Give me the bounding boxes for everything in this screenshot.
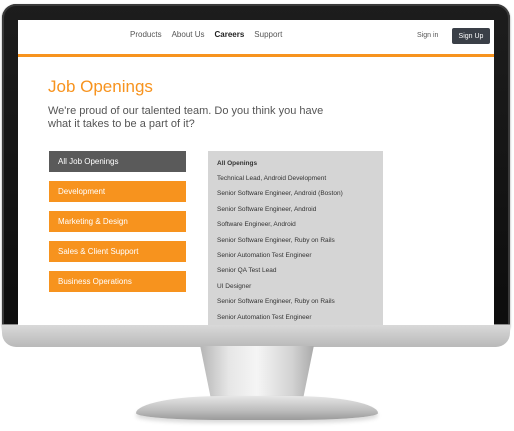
monitor-chin: [2, 324, 510, 347]
job-listing[interactable]: Senior Automation Test Engineer: [217, 314, 383, 325]
job-list: Technical Lead, Android Development Seni…: [217, 175, 383, 325]
openings-panel: All Openings Technical Lead, Android Dev…: [208, 151, 383, 325]
job-listing[interactable]: Senior Software Engineer, Ruby on Rails: [217, 298, 383, 313]
job-listing[interactable]: Technical Lead, Android Development: [217, 175, 383, 190]
nav-about-us[interactable]: About Us: [172, 30, 205, 39]
job-listing[interactable]: Senior Software Engineer, Ruby on Rails: [217, 237, 383, 252]
category-development[interactable]: Development: [49, 181, 186, 202]
sign-in-link[interactable]: Sign in: [417, 32, 438, 39]
monitor-screen: Products About Us Careers Support Sign i…: [18, 20, 494, 325]
sign-up-button[interactable]: Sign Up: [452, 28, 490, 44]
intro-text: We're proud of our talented team. Do you…: [48, 105, 324, 130]
category-business-operations[interactable]: Business Operations: [49, 271, 186, 292]
monitor-stand-neck: [200, 346, 314, 402]
main-nav: Products About Us Careers Support: [130, 30, 282, 39]
job-listing[interactable]: UI Designer: [217, 283, 383, 298]
category-all-job-openings[interactable]: All Job Openings: [49, 151, 186, 172]
header-accent-divider: [18, 54, 494, 57]
job-listing[interactable]: Software Engineer, Android: [217, 221, 383, 236]
job-listing[interactable]: Senior Software Engineer, Android (Bosto…: [217, 190, 383, 205]
job-listing[interactable]: Senior Automation Test Engineer: [217, 252, 383, 267]
openings-title: All Openings: [217, 160, 258, 167]
job-listing[interactable]: Senior Software Engineer, Android: [217, 206, 383, 221]
nav-careers[interactable]: Careers: [214, 30, 244, 39]
category-list: All Job Openings Development Marketing &…: [49, 151, 186, 301]
nav-products[interactable]: Products: [130, 30, 162, 39]
monitor-stand-base: [136, 396, 378, 420]
category-marketing-design[interactable]: Marketing & Design: [49, 211, 186, 232]
page-title: Job Openings: [48, 77, 153, 96]
top-navigation-bar: Products About Us Careers Support Sign i…: [18, 20, 494, 54]
job-listing[interactable]: Senior QA Test Lead: [217, 267, 383, 282]
nav-support[interactable]: Support: [254, 30, 282, 39]
category-sales-client-support[interactable]: Sales & Client Support: [49, 241, 186, 262]
